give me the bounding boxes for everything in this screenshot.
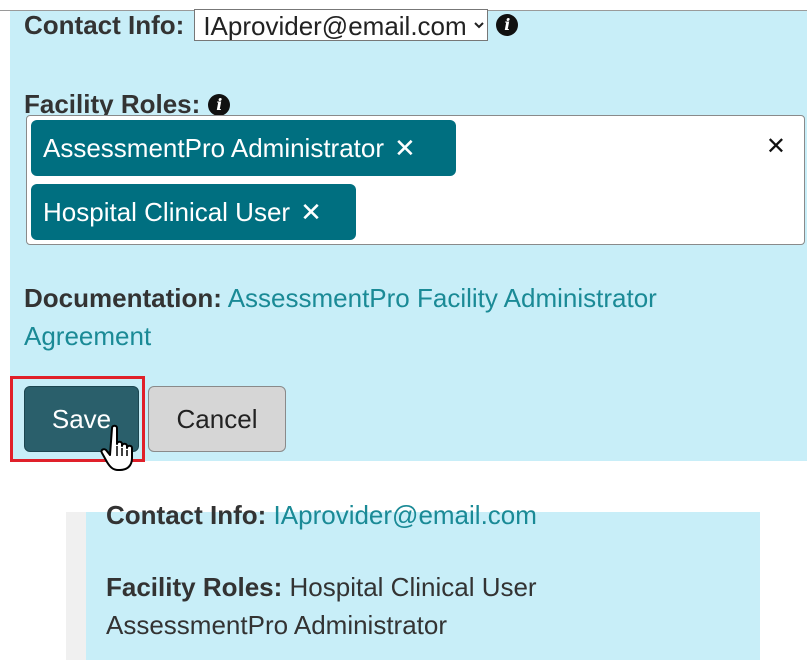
saved-view-shadow bbox=[66, 512, 86, 660]
documentation-label: Documentation: bbox=[24, 283, 222, 313]
role-chip-label: AssessmentPro Administrator bbox=[43, 132, 385, 163]
info-circle-icon[interactable]: i bbox=[208, 93, 231, 116]
contact-info-select[interactable]: IAprovider@email.com bbox=[194, 9, 489, 41]
saved-user-panel: Contact Info: IAprovider@email.com Facil… bbox=[86, 500, 760, 660]
clear-all-roles-icon[interactable]: ✕ bbox=[766, 132, 786, 161]
role-chip-assessmentpro-administrator: AssessmentPro Administrator ✕ bbox=[31, 120, 456, 176]
cancel-button[interactable]: Cancel bbox=[148, 386, 286, 452]
saved-contact-value[interactable]: IAprovider@email.com bbox=[274, 500, 537, 530]
info-circle-icon[interactable]: i bbox=[496, 14, 519, 36]
contact-info-row: Contact Info: IAprovider@email.com i bbox=[24, 9, 519, 41]
remove-chip-icon[interactable]: ✕ bbox=[300, 197, 322, 228]
documentation-row: Documentation: AssessmentPro Facility Ad… bbox=[24, 279, 744, 355]
saved-contact-row: Contact Info: IAprovider@email.com bbox=[106, 500, 537, 531]
saved-roles-block: Facility Roles: Hospital Clinical User A… bbox=[106, 568, 537, 644]
saved-role-item: Hospital Clinical User bbox=[289, 572, 537, 602]
facility-roles-multiselect[interactable]: AssessmentPro Administrator ✕ Hospital C… bbox=[26, 115, 805, 245]
contact-info-label: Contact Info: bbox=[24, 9, 185, 40]
role-chip-label: Hospital Clinical User bbox=[43, 196, 291, 227]
remove-chip-icon[interactable]: ✕ bbox=[394, 133, 416, 164]
role-chip-hospital-clinical-user: Hospital Clinical User ✕ bbox=[31, 184, 356, 240]
saved-contact-label: Contact Info: bbox=[106, 500, 267, 530]
hand-pointer-icon bbox=[100, 424, 133, 471]
saved-role-item: AssessmentPro Administrator bbox=[106, 610, 448, 640]
saved-roles-label: Facility Roles: bbox=[106, 572, 283, 602]
